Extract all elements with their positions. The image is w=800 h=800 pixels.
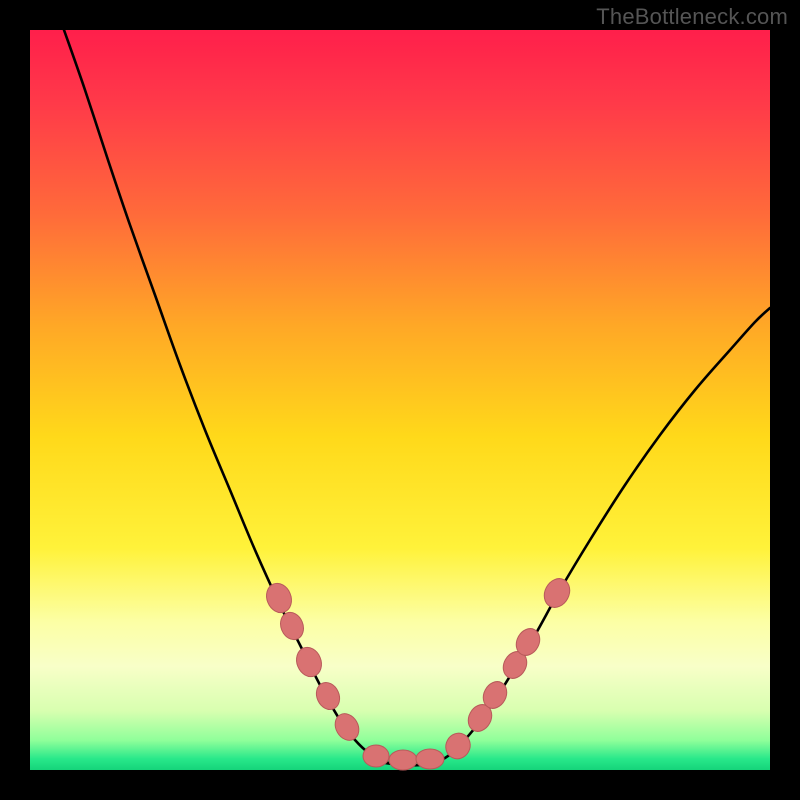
marker-7 (416, 749, 444, 769)
curves (64, 30, 770, 765)
curve-right-curve (428, 308, 770, 764)
plot-area (30, 30, 770, 770)
marker-13 (539, 574, 574, 612)
marker-6 (389, 750, 417, 770)
scatter-markers (262, 574, 574, 770)
marker-0 (262, 580, 295, 617)
marker-2 (292, 644, 325, 681)
marker-1 (277, 609, 308, 643)
watermark-label: TheBottleneck.com (596, 4, 788, 30)
chart-frame: TheBottleneck.com (0, 0, 800, 800)
curve-layer (30, 30, 770, 770)
marker-5 (363, 745, 389, 767)
curve-left-curve (64, 30, 400, 765)
marker-3 (312, 679, 344, 714)
